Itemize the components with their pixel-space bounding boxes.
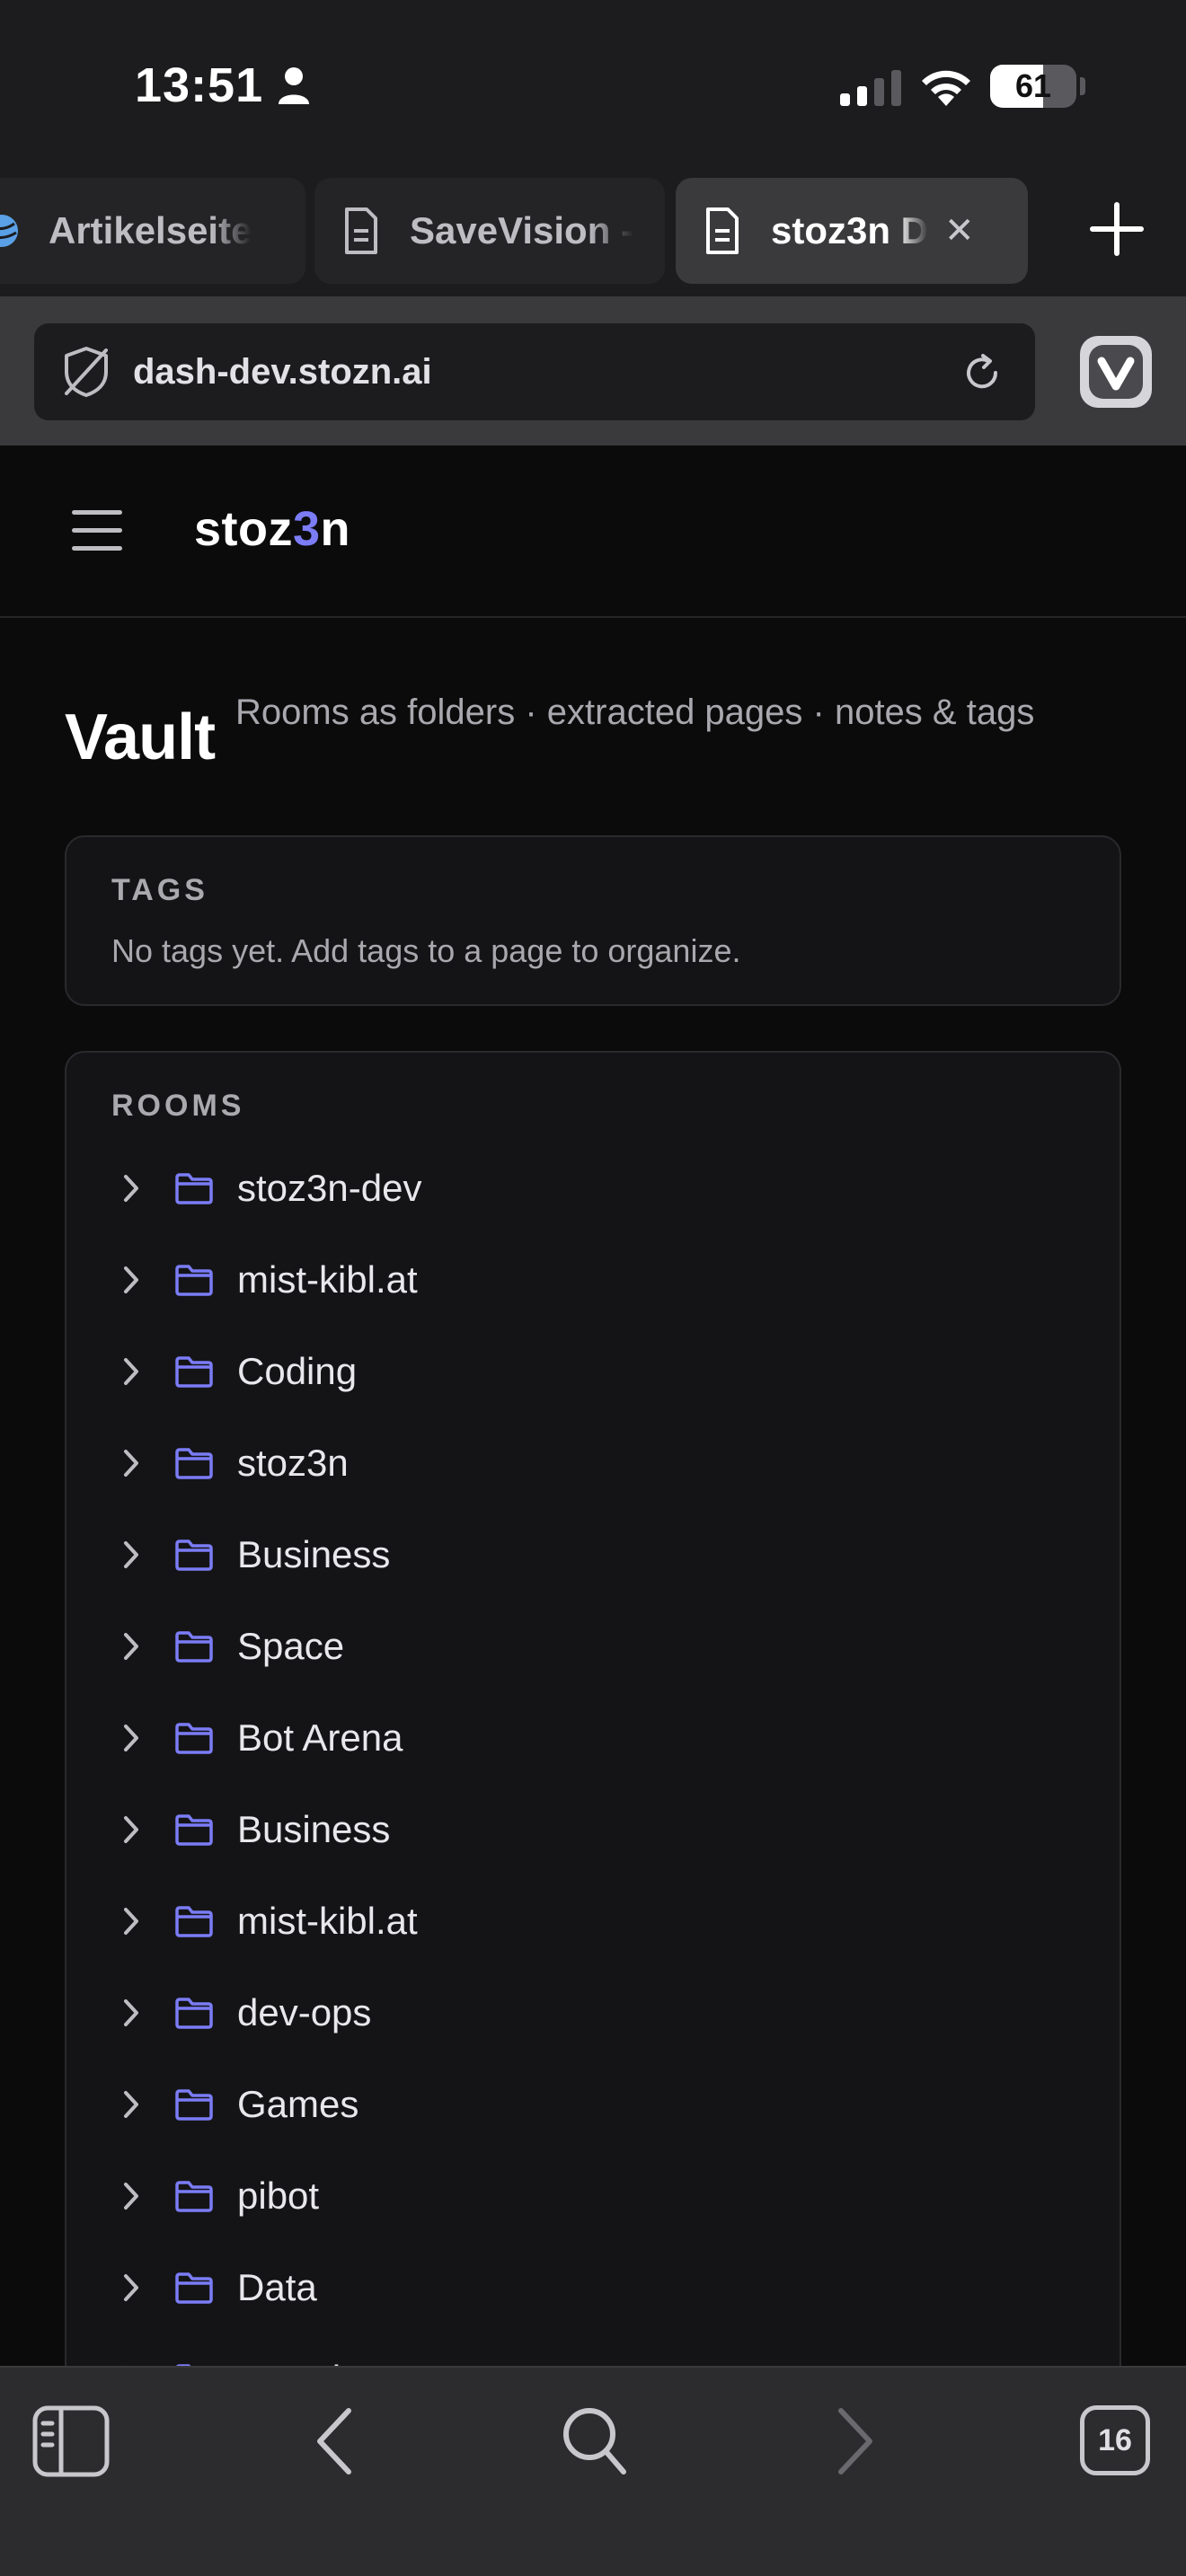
room-item[interactable]: Space xyxy=(66,1601,1120,1692)
back-icon[interactable] xyxy=(314,2405,354,2477)
folder-icon xyxy=(175,1814,213,1846)
chevron-right-icon[interactable] xyxy=(119,1356,144,1387)
room-item[interactable]: mist-kibl.at xyxy=(66,1875,1120,1967)
chevron-right-icon[interactable] xyxy=(119,1539,144,1570)
app-header: stoz3n xyxy=(0,446,1186,618)
person-icon xyxy=(279,67,309,104)
sidebar-panel-icon[interactable] xyxy=(32,2405,110,2477)
chevron-right-icon[interactable] xyxy=(119,1265,144,1295)
document-icon xyxy=(345,207,377,254)
menu-icon[interactable] xyxy=(72,510,122,551)
folder-icon xyxy=(175,1723,213,1754)
rooms-card: ROOMS stoz3n-dev mist-kibl.at Coding stoz3n… xyxy=(65,1051,1121,2416)
tags-heading: TAGS xyxy=(111,873,208,907)
brand-accent: 3 xyxy=(293,502,321,556)
vivaldi-menu-button[interactable] xyxy=(1080,336,1152,408)
room-item[interactable]: dev-ops xyxy=(66,1967,1120,2059)
battery-percent: 61 xyxy=(1014,67,1052,104)
room-name: Data xyxy=(237,2266,317,2308)
folder-icon xyxy=(175,1539,213,1571)
browser-tab-bar: Artikelseite SaveVision - stoz3n D ✕ xyxy=(0,171,1186,296)
room-item[interactable]: Coding xyxy=(66,1326,1120,1417)
chevron-right-icon[interactable] xyxy=(119,1723,144,1753)
status-bar: 13:51 61 xyxy=(0,0,1186,171)
shield-slash-icon xyxy=(65,347,108,397)
room-name: Bot Arena xyxy=(237,1716,403,1759)
folder-icon xyxy=(175,2089,213,2121)
tab-stoz3n-dashboard[interactable]: stoz3n D ✕ xyxy=(676,178,1028,284)
room-name: Coding xyxy=(237,1350,358,1392)
search-icon[interactable] xyxy=(561,2405,629,2477)
room-item[interactable]: Games xyxy=(66,2059,1120,2150)
room-item[interactable]: stoz3n xyxy=(66,1417,1120,1509)
brand-logo[interactable]: stoz3n xyxy=(194,501,350,557)
cellular-signal-icon xyxy=(840,70,901,106)
brand-prefix: stoz xyxy=(194,502,293,556)
room-name: Space xyxy=(237,1625,345,1667)
rooms-heading: ROOMS xyxy=(111,1089,245,1123)
url-text: dash-dev.stozn.ai xyxy=(133,351,432,392)
status-time: 13:51 xyxy=(135,58,264,112)
address-bar-row: dash-dev.stozn.ai xyxy=(0,296,1186,446)
room-item[interactable]: pibot xyxy=(66,2150,1120,2242)
tab-artikelseite[interactable]: Artikelseite xyxy=(0,178,305,284)
folder-icon xyxy=(175,1356,213,1388)
battery-tip xyxy=(1080,77,1085,95)
room-item[interactable]: Business xyxy=(66,1784,1120,1875)
tab-label: SaveVision - xyxy=(410,209,634,251)
room-item[interactable]: Business xyxy=(66,1509,1120,1601)
room-name: pibot xyxy=(237,2175,320,2217)
folder-icon xyxy=(175,1998,213,2029)
chevron-right-icon[interactable] xyxy=(119,2272,144,2303)
room-name: mist-kibl.at xyxy=(237,1258,418,1301)
tab-label: stoz3n D xyxy=(771,209,929,251)
folder-icon xyxy=(175,1448,213,1479)
close-tab-icon[interactable]: ✕ xyxy=(944,210,975,251)
forward-icon[interactable] xyxy=(836,2405,875,2477)
room-item[interactable]: Bot Arena xyxy=(66,1692,1120,1784)
wifi-icon xyxy=(922,70,970,106)
globe-icon xyxy=(0,215,18,247)
room-item[interactable]: Data xyxy=(66,2242,1120,2333)
chevron-right-icon[interactable] xyxy=(119,1173,144,1204)
chevron-right-icon[interactable] xyxy=(119,2089,144,2120)
page-title: Vault xyxy=(65,701,216,773)
chevron-right-icon[interactable] xyxy=(119,1814,144,1845)
brand-suffix: n xyxy=(320,502,351,556)
room-name: mist-kibl.at xyxy=(237,1900,418,1942)
folder-icon xyxy=(175,1906,213,1937)
chevron-right-icon[interactable] xyxy=(119,1998,144,2028)
bottom-toolbar: 16 xyxy=(0,2366,1186,2576)
chevron-right-icon[interactable] xyxy=(119,1448,144,1478)
chevron-right-icon[interactable] xyxy=(119,2181,144,2211)
document-icon xyxy=(706,207,739,254)
tags-card: TAGS No tags yet. Add tags to a page to … xyxy=(65,835,1121,1006)
tags-empty-message: No tags yet. Add tags to a page to organ… xyxy=(111,932,741,969)
vivaldi-logo-icon xyxy=(1089,345,1143,399)
chevron-right-icon[interactable] xyxy=(119,1631,144,1662)
room-name: stoz3n-dev xyxy=(237,1167,422,1209)
room-name: stoz3n xyxy=(237,1442,349,1484)
room-name: dev-ops xyxy=(237,1991,372,2033)
folder-icon xyxy=(175,1265,213,1296)
room-name: Business xyxy=(237,1808,391,1850)
folder-icon xyxy=(175,1173,213,1204)
tab-label: Artikelseite xyxy=(49,209,252,251)
room-name: Business xyxy=(237,1533,391,1575)
room-name: Games xyxy=(237,2083,359,2125)
tab-switcher-button[interactable]: 16 xyxy=(1080,2405,1150,2475)
folder-icon xyxy=(175,2272,213,2304)
room-item[interactable]: stoz3n-dev xyxy=(66,1142,1120,1234)
chevron-right-icon[interactable] xyxy=(119,1906,144,1936)
battery-indicator: 61 xyxy=(990,65,1076,108)
room-item[interactable]: mist-kibl.at xyxy=(66,1234,1120,1326)
address-field[interactable]: dash-dev.stozn.ai xyxy=(34,323,1035,420)
new-tab-icon[interactable] xyxy=(1085,198,1148,260)
folder-icon xyxy=(175,1631,213,1663)
page-subtitle: Rooms as folders · extracted pages · not… xyxy=(235,693,1035,732)
tab-savevision[interactable]: SaveVision - xyxy=(314,178,665,284)
rooms-list: stoz3n-dev mist-kibl.at Coding stoz3n Busine… xyxy=(66,1142,1120,2416)
reload-icon[interactable] xyxy=(961,352,1003,393)
folder-icon xyxy=(175,2181,213,2212)
